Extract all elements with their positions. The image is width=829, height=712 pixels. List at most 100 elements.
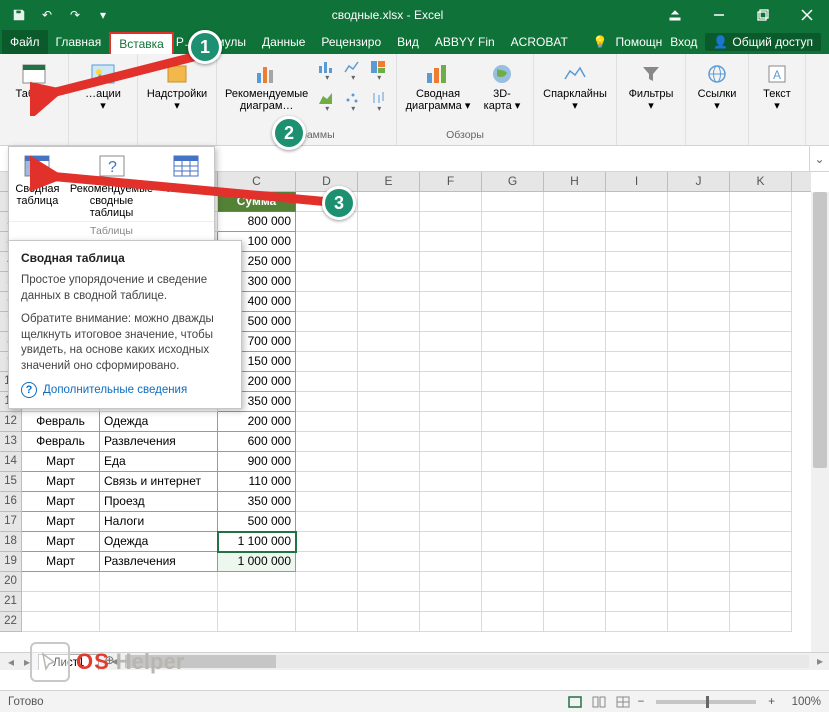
close-icon[interactable] xyxy=(785,0,829,30)
cell-B21[interactable] xyxy=(100,592,218,612)
cell-B12[interactable]: Одежда xyxy=(100,412,218,432)
cell-D22[interactable] xyxy=(296,612,358,632)
cell-E22[interactable] xyxy=(358,612,420,632)
cell-D16[interactable] xyxy=(296,492,358,512)
cell-E7[interactable] xyxy=(358,312,420,332)
cell-J5[interactable] xyxy=(668,272,730,292)
cell-J4[interactable] xyxy=(668,252,730,272)
cell-D20[interactable] xyxy=(296,572,358,592)
cell-F13[interactable] xyxy=(420,432,482,452)
cell-K5[interactable] xyxy=(730,272,792,292)
cell-H22[interactable] xyxy=(544,612,606,632)
cell-I3[interactable] xyxy=(606,232,668,252)
cell-D3[interactable] xyxy=(296,232,358,252)
cell-A22[interactable] xyxy=(22,612,100,632)
cell-D10[interactable] xyxy=(296,372,358,392)
cell-B16[interactable]: Проезд xyxy=(100,492,218,512)
tab-pagelayout[interactable]: Р… xyxy=(174,30,186,54)
zoom-level[interactable]: 100% xyxy=(779,696,821,708)
cell-G13[interactable] xyxy=(482,432,544,452)
illustrations-dropdown[interactable]: …ации ▾ xyxy=(75,58,131,118)
cell-E19[interactable] xyxy=(358,552,420,572)
col-header-H[interactable]: H xyxy=(544,172,606,191)
cell-I19[interactable] xyxy=(606,552,668,572)
cell-G6[interactable] xyxy=(482,292,544,312)
cell-K17[interactable] xyxy=(730,512,792,532)
cell-A17[interactable]: Март xyxy=(22,512,100,532)
cell-D4[interactable] xyxy=(296,252,358,272)
cell-J11[interactable] xyxy=(668,392,730,412)
cell-D6[interactable] xyxy=(296,292,358,312)
cell-F3[interactable] xyxy=(420,232,482,252)
cell-I8[interactable] xyxy=(606,332,668,352)
cell-K12[interactable] xyxy=(730,412,792,432)
cell-E13[interactable] xyxy=(358,432,420,452)
cell-A19[interactable]: Март xyxy=(22,552,100,572)
cell-J16[interactable] xyxy=(668,492,730,512)
tooltip-more-link[interactable]: ? Дополнительные сведения xyxy=(21,382,229,398)
cell-H1[interactable] xyxy=(544,192,606,212)
row-header-22[interactable]: 22 xyxy=(0,612,22,632)
cell-E20[interactable] xyxy=(358,572,420,592)
chart-area-icon[interactable] xyxy=(314,89,338,118)
cell-D12[interactable] xyxy=(296,412,358,432)
cell-F14[interactable] xyxy=(420,452,482,472)
cell-I6[interactable] xyxy=(606,292,668,312)
cell-C18[interactable]: 1 100 000 xyxy=(218,532,296,552)
cell-G22[interactable] xyxy=(482,612,544,632)
cell-C20[interactable] xyxy=(218,572,296,592)
cell-H6[interactable] xyxy=(544,292,606,312)
cell-H10[interactable] xyxy=(544,372,606,392)
cell-J8[interactable] xyxy=(668,332,730,352)
tell-me-input[interactable]: Помощн xyxy=(616,35,663,49)
cell-A15[interactable]: Март xyxy=(22,472,100,492)
cell-B13[interactable]: Развлечения xyxy=(100,432,218,452)
cell-E17[interactable] xyxy=(358,512,420,532)
cell-E10[interactable] xyxy=(358,372,420,392)
cell-I11[interactable] xyxy=(606,392,668,412)
cell-A12[interactable]: Февраль xyxy=(22,412,100,432)
cell-F2[interactable] xyxy=(420,212,482,232)
3d-map-dropdown[interactable]: 3D- карта ▾ xyxy=(477,58,527,118)
cell-G19[interactable] xyxy=(482,552,544,572)
cell-E6[interactable] xyxy=(358,292,420,312)
col-header-G[interactable]: G xyxy=(482,172,544,191)
cell-H19[interactable] xyxy=(544,552,606,572)
col-header-F[interactable]: F xyxy=(420,172,482,191)
cell-I17[interactable] xyxy=(606,512,668,532)
tab-view[interactable]: Вид xyxy=(389,30,427,54)
signin-link[interactable]: Вход xyxy=(670,35,697,49)
cell-G10[interactable] xyxy=(482,372,544,392)
tab-insert[interactable]: Вставка xyxy=(109,32,174,54)
cell-E11[interactable] xyxy=(358,392,420,412)
view-normal-icon[interactable] xyxy=(564,694,586,710)
sparklines-dropdown[interactable]: Спарклайны ▾ xyxy=(540,58,610,118)
chart-bar-icon[interactable] xyxy=(314,58,338,87)
cell-F22[interactable] xyxy=(420,612,482,632)
tab-data[interactable]: Данные xyxy=(254,30,313,54)
chart-stock-icon[interactable] xyxy=(366,89,390,118)
cell-C1[interactable]: Сумма xyxy=(218,192,296,212)
cell-I9[interactable] xyxy=(606,352,668,372)
tables-dropdown[interactable]: Таблиц ▾ xyxy=(6,58,62,118)
cell-F12[interactable] xyxy=(420,412,482,432)
cell-E8[interactable] xyxy=(358,332,420,352)
cell-A13[interactable]: Февраль xyxy=(22,432,100,452)
chart-line-icon[interactable] xyxy=(340,58,364,87)
cell-K9[interactable] xyxy=(730,352,792,372)
cell-H5[interactable] xyxy=(544,272,606,292)
cell-C2[interactable]: 800 000 xyxy=(218,212,296,232)
row-header-21[interactable]: 21 xyxy=(0,592,22,612)
cell-D7[interactable] xyxy=(296,312,358,332)
tab-home[interactable]: Главная xyxy=(48,30,110,54)
cell-B15[interactable]: Связь и интернет xyxy=(100,472,218,492)
chart-scatter-icon[interactable] xyxy=(340,89,364,118)
filters-dropdown[interactable]: Фильтры ▾ xyxy=(623,58,679,118)
cell-I15[interactable] xyxy=(606,472,668,492)
save-icon[interactable] xyxy=(6,2,32,28)
row-header-13[interactable]: 13 xyxy=(0,432,22,452)
cell-K7[interactable] xyxy=(730,312,792,332)
restore-icon[interactable] xyxy=(741,0,785,30)
ribbon-options-icon[interactable] xyxy=(653,0,697,30)
cell-J21[interactable] xyxy=(668,592,730,612)
